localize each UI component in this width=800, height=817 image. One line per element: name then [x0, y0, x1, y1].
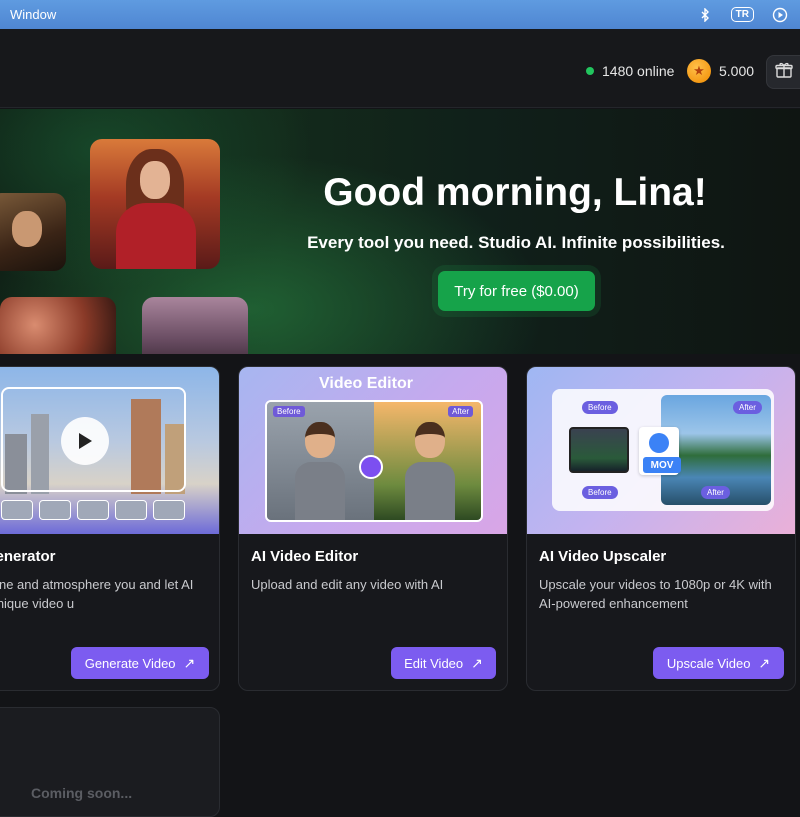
bluetooth-icon[interactable]: [695, 5, 715, 25]
card-description: Upscale your videos to 1080p or 4K with …: [539, 577, 772, 611]
hero-banner: Good morning, Lina! Every tool you need.…: [0, 109, 800, 354]
greeting-title: Good morning, Lina!: [323, 171, 707, 214]
keyboard-layout-badge[interactable]: TR: [730, 7, 754, 22]
before-pill: Before: [582, 401, 618, 414]
video-editor-thumbnail: Video Editor Before After: [239, 367, 507, 534]
coin-star-icon: ★: [687, 59, 711, 83]
arrow-up-right-icon: ↗: [183, 654, 196, 671]
after-pill: After: [733, 401, 762, 414]
gift-button[interactable]: [766, 55, 800, 89]
before-pill-bottom: Before: [582, 486, 618, 499]
card-description: be the scene and atmosphere you and let …: [0, 577, 194, 611]
card-description: Upload and edit any video with AI: [251, 577, 444, 592]
card-title: deo Generator: [0, 548, 56, 565]
hero-image-pirate: [0, 193, 66, 271]
button-label: Edit Video: [404, 655, 464, 671]
os-title-bar: Window TR: [0, 0, 800, 29]
magic-icon: [359, 455, 383, 479]
play-icon[interactable]: [61, 417, 109, 465]
card-title: AI Video Editor: [251, 548, 359, 565]
after-tag: After: [448, 406, 473, 417]
upscale-video-button[interactable]: Upscale Video ↗: [653, 647, 784, 679]
window-title: Window: [10, 7, 57, 22]
hero-image-flowers: [0, 297, 116, 354]
coin-amount: 5.000: [719, 63, 755, 79]
mov-badge: MOV: [643, 457, 681, 473]
thumb-label: Video Editor: [319, 375, 413, 392]
generate-video-button[interactable]: Generate Video ↗: [71, 647, 209, 679]
before-tag: Before: [273, 406, 305, 417]
video-generator-thumbnail: [0, 367, 219, 534]
hero-image-forest: [142, 297, 248, 354]
hero-subtitle: Every tool you need. Studio AI. Infinite…: [307, 233, 725, 252]
button-label: Generate Video: [84, 655, 176, 671]
video-upscaler-thumbnail: MOV Before After Before After: [527, 367, 795, 534]
hero-image-superwoman: [90, 139, 220, 269]
coin-balance[interactable]: ★ 5.000: [687, 59, 754, 83]
card-video-upscaler[interactable]: MOV Before After Before After AI Video U…: [526, 366, 796, 691]
online-count: 1480 online: [602, 63, 675, 79]
after-pill-bottom: After: [701, 486, 730, 499]
arrow-up-right-icon: ↗: [471, 654, 483, 671]
try-free-button[interactable]: Try for free ($0.00): [438, 271, 595, 311]
card-video-editor[interactable]: Video Editor Before After AI Video Edito…: [238, 366, 508, 691]
card-title: AI Video Upscaler: [539, 548, 667, 565]
frame-strip: [1, 500, 185, 520]
play-circle-icon[interactable]: [770, 5, 790, 25]
top-header: 1480 online ★ 5.000: [0, 29, 800, 108]
online-indicator: 1480 online: [586, 63, 674, 79]
gift-icon: [775, 61, 793, 84]
low-res-preview: [569, 427, 629, 473]
card-coming-soon: Coming soon...: [0, 707, 220, 817]
coming-soon-label: Coming soon...: [31, 785, 133, 801]
arrow-up-right-icon: ↗: [758, 654, 771, 671]
edit-video-button[interactable]: Edit Video ↗: [391, 647, 496, 679]
button-label: Upscale Video: [666, 655, 751, 671]
online-dot-icon: [586, 67, 594, 75]
card-video-generator[interactable]: deo Generator be the scene and atmospher…: [0, 366, 220, 691]
